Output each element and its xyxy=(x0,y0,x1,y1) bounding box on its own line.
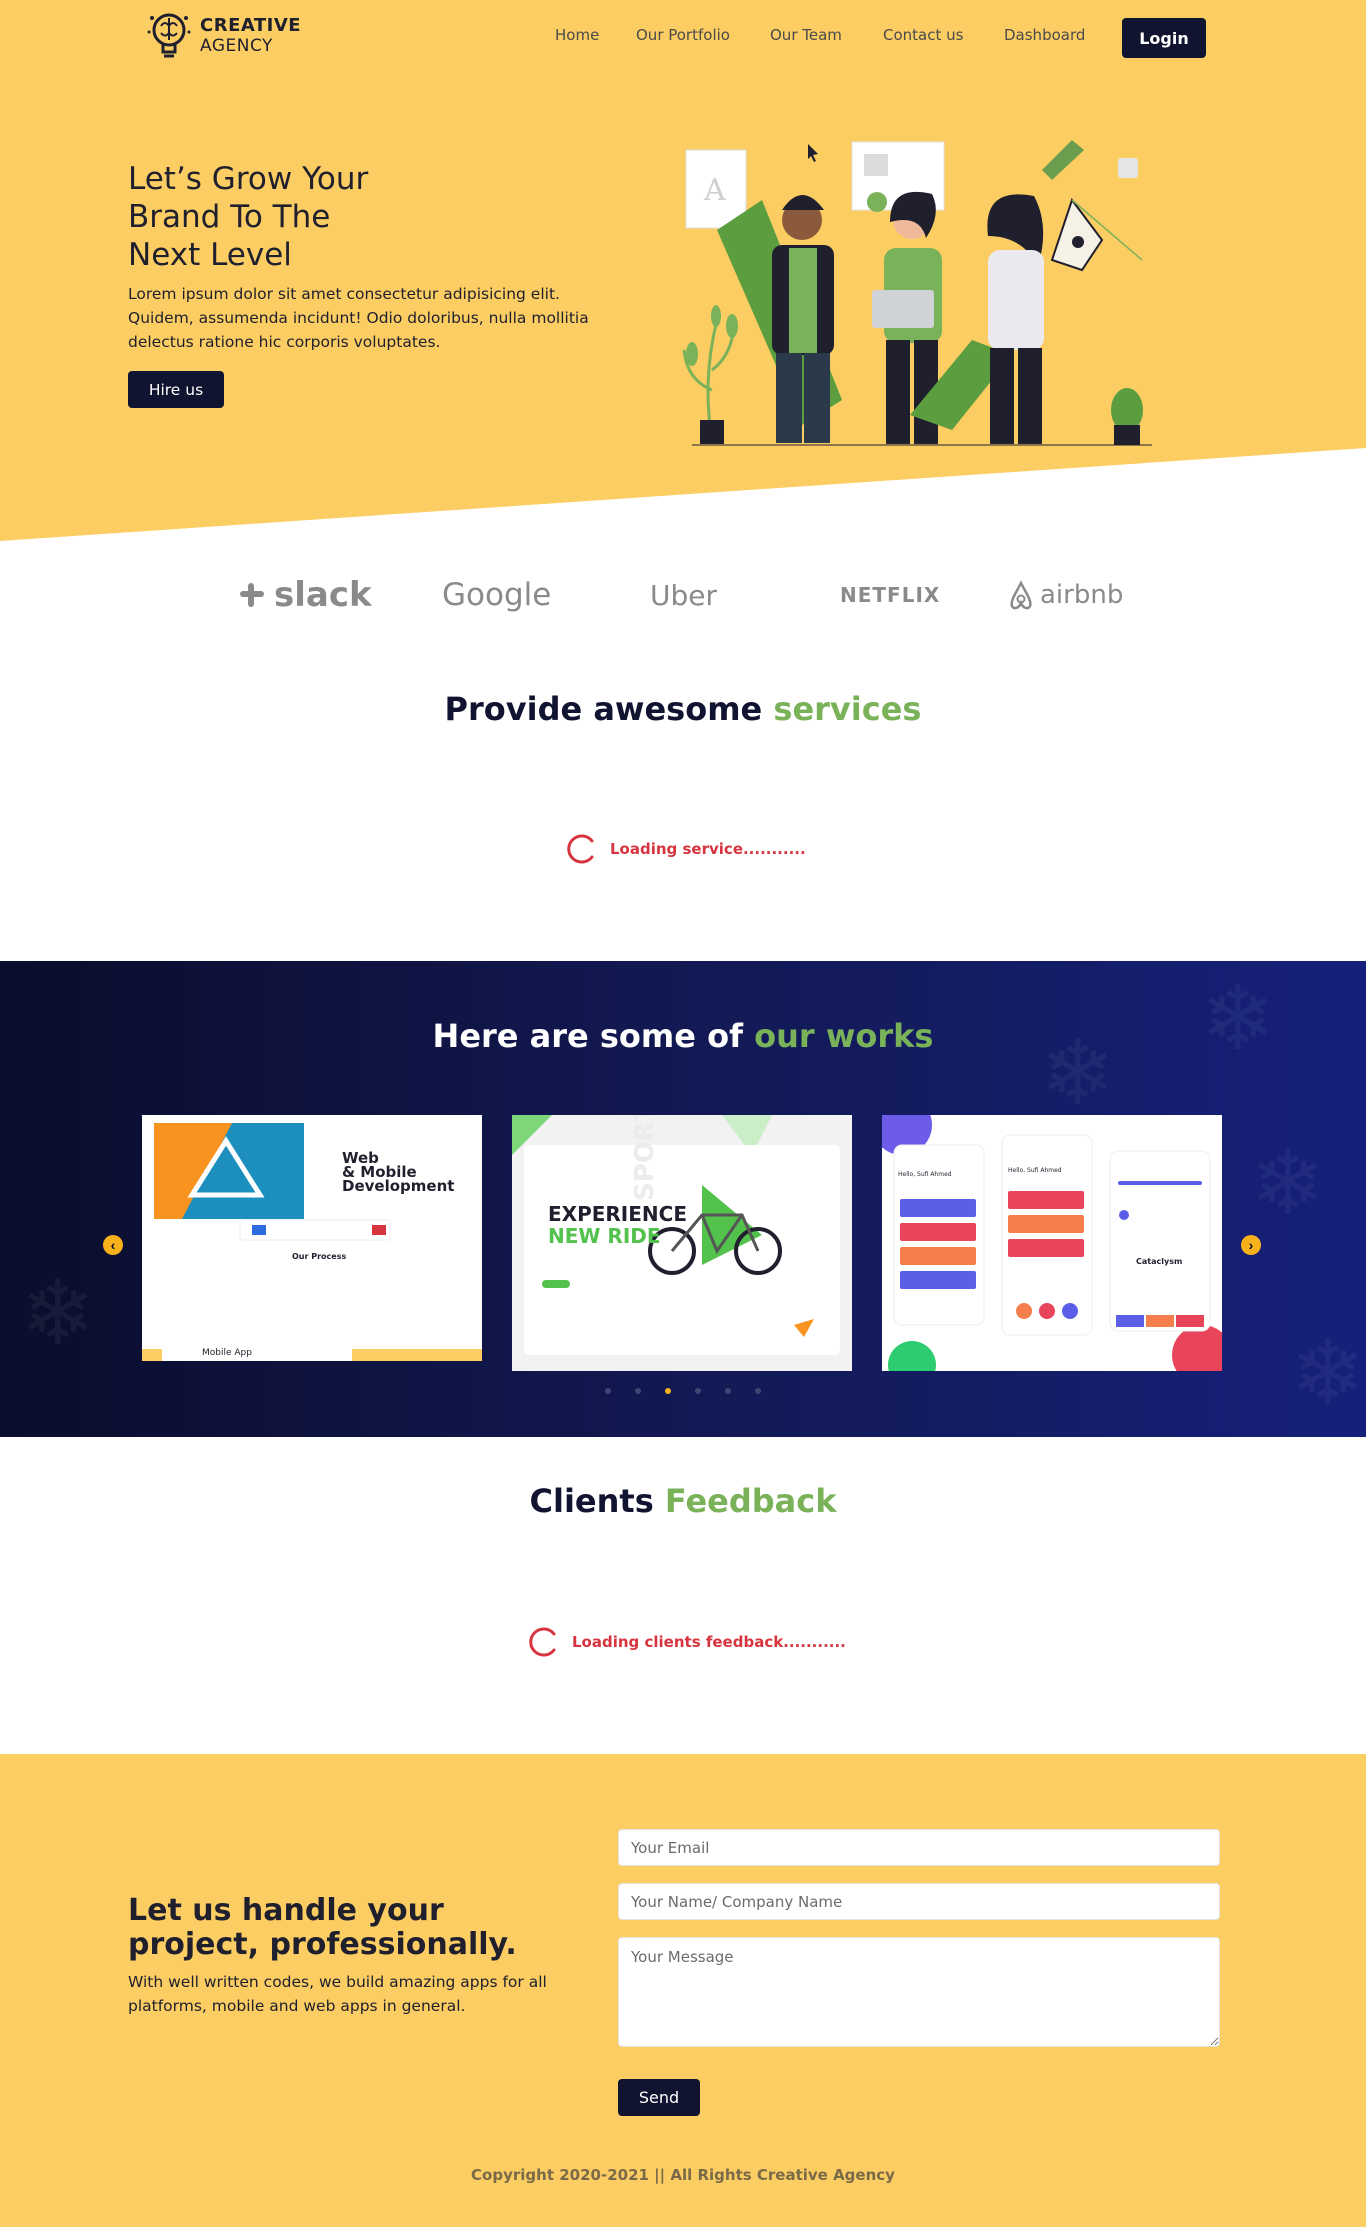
snowflake-icon: ❄ xyxy=(1290,1321,1366,1426)
carousel-dot-active[interactable] xyxy=(665,1388,671,1394)
send-button[interactable]: Send xyxy=(618,2079,700,2116)
work-card-heading: EXPERIENCE NEW RIDE xyxy=(548,1202,687,1248)
contact-title: Let us handle your project, professional… xyxy=(128,1893,517,1962)
email-input[interactable] xyxy=(618,1829,1220,1866)
hero-title: Let’s Grow Your Brand To The Next Level xyxy=(128,161,369,273)
feedback-loading-text: Loading clients feedback........... xyxy=(572,1633,846,1651)
contact-section: Let us handle your project, professional… xyxy=(0,1754,1366,2227)
nav-dashboard[interactable]: Dashboard xyxy=(1004,26,1085,44)
hire-us-button[interactable]: Hire us xyxy=(128,371,224,408)
nav-contact-us[interactable]: Contact us xyxy=(883,26,963,44)
message-input[interactable] xyxy=(618,1937,1220,2047)
nav-our-team[interactable]: Our Team xyxy=(770,26,842,44)
nav-home[interactable]: Home xyxy=(555,26,599,44)
feedback-loading: Loading clients feedback........... xyxy=(528,1626,846,1658)
spinner-icon xyxy=(529,1627,556,1657)
feedback-title: Clients Feedback xyxy=(529,1482,837,1520)
services-loading-text: Loading service........... xyxy=(610,840,806,858)
carousel-dot[interactable] xyxy=(635,1388,641,1394)
spinner-icon xyxy=(567,834,594,864)
work-card-heading: Web & Mobile Development xyxy=(342,1149,455,1195)
team-illustration: A xyxy=(682,140,1152,446)
logo-uber: Uber xyxy=(650,578,718,612)
snowflake-icon: ❄ xyxy=(1250,1131,1326,1236)
carousel-dots xyxy=(0,1388,1366,1398)
carousel-dot[interactable] xyxy=(755,1388,761,1394)
airbnb-icon xyxy=(1010,580,1032,610)
hero-description: Lorem ipsum dolor sit amet consectetur a… xyxy=(128,285,589,351)
logo-google: Google xyxy=(442,577,552,613)
work-card-bike[interactable]: EXPERIENCE NEW RIDE SPORT xyxy=(512,1115,852,1371)
copyright-text: Copyright 2020-2021 || All Rights Creati… xyxy=(471,2166,895,2184)
login-button[interactable]: Login xyxy=(1122,18,1206,58)
work-card-web-mobile[interactable]: Web & Mobile Development Our Process Mob… xyxy=(142,1115,482,1361)
snowflake-icon: ❄ xyxy=(20,1261,96,1366)
services-title: Provide awesome services xyxy=(444,690,922,728)
name-input[interactable] xyxy=(618,1883,1220,1920)
contact-description: With well written codes, we build amazin… xyxy=(128,1973,547,2015)
logo-netflix: NETFLIX xyxy=(840,583,941,607)
mobile-app-preview xyxy=(882,1115,1222,1371)
navbar: CREATIVE AGENCY Home Our Portfolio Our T… xyxy=(0,0,1366,76)
carousel-dot[interactable] xyxy=(725,1388,731,1394)
carousel-prev-button[interactable]: ‹ xyxy=(103,1235,123,1255)
svg-text:A: A xyxy=(703,173,726,208)
logo-slack: slack xyxy=(236,570,372,620)
services-loading: Loading service........... xyxy=(566,833,806,865)
carousel-dot[interactable] xyxy=(605,1388,611,1394)
work-card-app[interactable]: Hello, Sufi Ahmed Hello, Sufi Ahmed Cata… xyxy=(882,1115,1222,1371)
works-section: ❄ ❄ ❄ ❄ ❄ ❄ Here are some of our works ‹… xyxy=(0,961,1366,1437)
carousel-next-button[interactable]: › xyxy=(1241,1235,1261,1255)
logo-airbnb: airbnb xyxy=(1006,570,1123,620)
client-logos: slack Google Uber NETFLIX airbnb xyxy=(0,570,1366,620)
slack-icon xyxy=(240,583,264,607)
nav-our-portfolio[interactable]: Our Portfolio xyxy=(636,26,730,44)
carousel-dot[interactable] xyxy=(695,1388,701,1394)
works-title: Here are some of our works xyxy=(432,1017,934,1055)
